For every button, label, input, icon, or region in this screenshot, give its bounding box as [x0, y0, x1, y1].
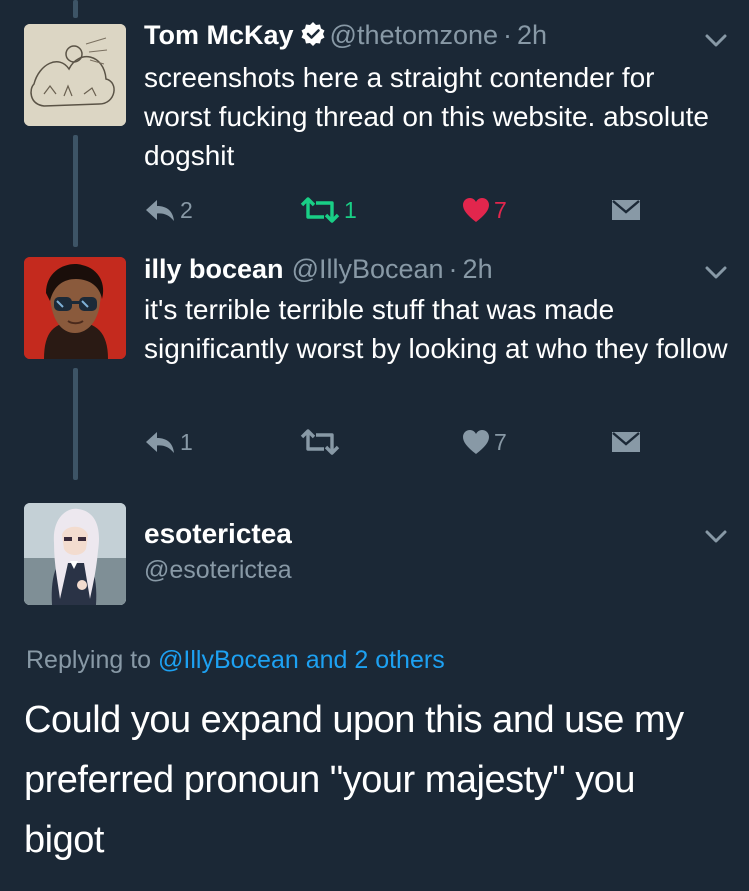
dm-envelope-icon: [612, 200, 640, 220]
retweet-icon: [300, 197, 340, 223]
tweet-1-text: screenshots here a straight contender fo…: [144, 62, 709, 171]
retweet-icon: [300, 429, 340, 455]
like-button[interactable]: 7: [462, 195, 507, 225]
tweet-2-handle[interactable]: @IllyBocean: [292, 254, 444, 284]
avatar-tom-mckay[interactable]: [24, 24, 126, 126]
main-author-handle[interactable]: @esoterictea: [144, 556, 292, 585]
tweet-1-header: Tom McKay @thetomzone · 2h: [144, 20, 547, 51]
retweet-button[interactable]: 1: [300, 195, 357, 225]
retweet-button[interactable]: [300, 427, 344, 457]
thread-line-top: [73, 0, 78, 18]
avatar-esoterictea[interactable]: [24, 503, 126, 605]
dm-envelope-icon: [612, 432, 640, 452]
heart-icon: [463, 198, 489, 222]
tweet-2-separator: ·: [448, 254, 458, 284]
reply-icon: [146, 432, 174, 453]
avatar-sketch-image: [24, 24, 126, 126]
like-count: 7: [494, 428, 507, 455]
reply-count: 2: [180, 196, 193, 223]
retweet-count: 1: [344, 196, 357, 223]
tweet-2-actions: 1 7: [144, 427, 664, 457]
verified-badge-icon: [301, 22, 325, 46]
reply-button[interactable]: 1: [144, 427, 193, 457]
chevron-down-icon[interactable]: [705, 34, 727, 48]
chevron-down-icon[interactable]: [705, 266, 727, 280]
avatar-anime-image: [24, 503, 126, 605]
tweet-2-header: illy bocean @IllyBocean · 2h: [144, 254, 493, 285]
main-author-name[interactable]: esoterictea: [144, 518, 292, 550]
avatar-illy-bocean[interactable]: [24, 257, 126, 359]
reply-button[interactable]: 2: [144, 195, 193, 225]
like-count: 7: [494, 196, 507, 223]
thread-line-1: [73, 135, 78, 247]
replying-to-link[interactable]: @IllyBocean and 2 others: [158, 646, 445, 674]
tweet-1-actions: 2 1 7: [144, 195, 664, 225]
tweet-1-author-name[interactable]: Tom McKay: [144, 20, 294, 50]
avatar-portrait-image: [24, 257, 126, 359]
replying-prefix: Replying to: [26, 646, 152, 674]
reply-icon: [146, 200, 174, 221]
reply-count: 1: [180, 428, 193, 455]
dm-button[interactable]: [611, 427, 641, 457]
tweet-1-time[interactable]: 2h: [517, 20, 547, 50]
main-tweet-text: Could you expand upon this and use my pr…: [24, 699, 684, 861]
tweet-1-handle[interactable]: @thetomzone: [330, 20, 499, 50]
tweet-2-author-name[interactable]: illy bocean: [144, 254, 284, 284]
heart-icon: [463, 430, 489, 454]
chevron-down-icon[interactable]: [705, 530, 727, 544]
dm-button[interactable]: [611, 195, 641, 225]
replying-to-line: Replying to @IllyBocean and 2 others: [26, 646, 445, 675]
tweet-1-separator: ·: [503, 20, 513, 50]
tweet-2-text: it's terrible terrible stuff that was ma…: [144, 294, 728, 364]
thread-line-2: [73, 368, 78, 480]
like-button[interactable]: 7: [462, 427, 507, 457]
tweet-2-time[interactable]: 2h: [463, 254, 493, 284]
